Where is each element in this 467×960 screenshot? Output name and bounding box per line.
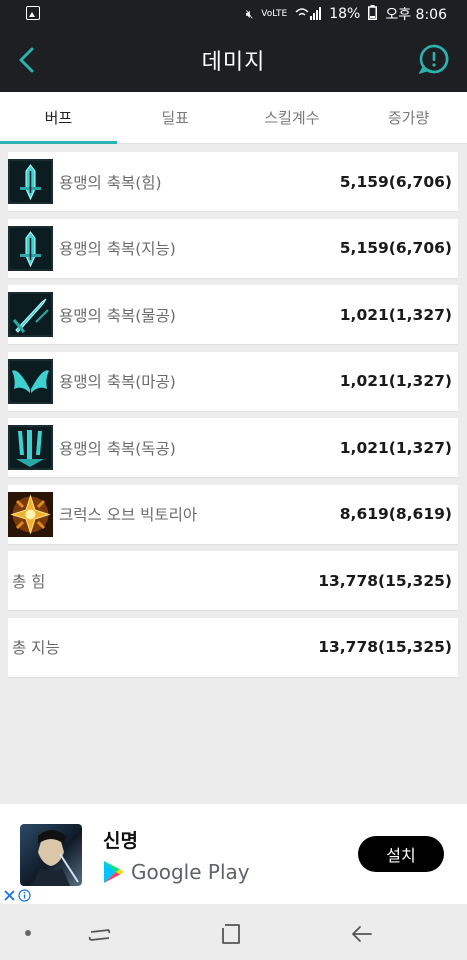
buff-row: 용맹의 축복(독공) 1,021(1,327)	[8, 418, 458, 477]
buff-row: 용맹의 축복(마공) 1,021(1,327)	[8, 351, 458, 411]
home-icon[interactable]	[221, 923, 241, 945]
buff-name: 크럭스 오브 빅토리아	[59, 506, 198, 524]
ad-store[interactable]: Google Play	[103, 860, 250, 884]
system-nav-bar	[0, 904, 467, 960]
buff-name: 용맹의 축복(독공)	[59, 439, 176, 458]
status-indicators: 🔇︎ VoLTE 18% 오후 8:06	[246, 4, 447, 24]
buff-name: 용맹의 축복(지능)	[59, 240, 176, 258]
back-button[interactable]	[12, 44, 40, 76]
recents-icon[interactable]	[88, 924, 112, 946]
back-nav-icon[interactable]	[351, 925, 373, 943]
buff-row: 용맹의 축복(물공) 1,021(1,327)	[8, 285, 458, 344]
page-title: 데미지	[201, 50, 266, 75]
status-bar: 🔇︎ VoLTE 18% 오후 8:06	[0, 0, 467, 28]
buff-name: 용맹의 축복(힘)	[59, 173, 162, 192]
claw-icon	[8, 425, 53, 470]
buff-row: 용맹의 축복(힘) 5,159(6,706)	[8, 152, 458, 211]
tab-skill-coefficient[interactable]: 스킬계수	[234, 92, 351, 143]
total-name: 총 지능	[12, 639, 60, 657]
tab-buff[interactable]: 버프	[0, 92, 117, 144]
sword-down-icon	[8, 225, 53, 271]
tab-increase[interactable]: 증가량	[350, 92, 467, 143]
ad-app-name[interactable]: 신명	[103, 826, 138, 853]
network-label: VoLTE	[261, 9, 288, 19]
golden-cross-icon	[8, 491, 53, 537]
total-value: 13,778(15,325)	[318, 571, 452, 590]
alert-chat-icon	[418, 44, 449, 75]
buff-value: 5,159(6,706)	[339, 239, 452, 257]
ad-app-icon[interactable]	[20, 824, 82, 886]
wings-icon	[8, 358, 53, 404]
close-icon[interactable]	[4, 890, 15, 901]
nav-dot-indicator	[25, 930, 31, 936]
buff-name: 용맹의 축복(물공)	[59, 306, 176, 325]
signal-icon	[295, 6, 322, 23]
mute-icon: 🔇︎	[245, 6, 254, 21]
gallery-notification-icon	[26, 6, 40, 20]
ad-controls	[4, 889, 31, 902]
total-name: 총 힘	[12, 572, 46, 591]
total-row: 총 지능 13,778(15,325)	[8, 617, 458, 677]
buff-value: 1,021(1,327)	[339, 372, 452, 390]
sword-down-icon	[8, 159, 53, 204]
tab-bar: 버프 딜표 스킬계수 증가량	[0, 92, 467, 144]
buff-row: 용맹의 축복(지능) 5,159(6,706)	[8, 218, 458, 278]
buff-value: 5,159(6,706)	[339, 172, 452, 191]
sword-slash-icon	[8, 292, 53, 337]
total-row: 총 힘 13,778(15,325)	[8, 551, 458, 610]
google-play-icon	[104, 861, 124, 883]
app-header: 데미지	[0, 28, 467, 92]
buff-value: 1,021(1,327)	[339, 438, 452, 457]
buff-value: 8,619(8,619)	[339, 505, 452, 523]
info-button[interactable]	[418, 44, 449, 75]
info-icon[interactable]	[18, 889, 31, 902]
battery-percent: 18%	[329, 6, 361, 22]
tab-damage-table[interactable]: 딜표	[117, 92, 234, 143]
buff-value: 1,021(1,327)	[339, 305, 452, 324]
clock: 오후 8:06	[385, 7, 447, 23]
buff-name: 용맹의 축복(마공)	[59, 373, 176, 391]
ad-store-label: Google Play	[131, 860, 250, 884]
total-value: 13,778(15,325)	[318, 638, 452, 656]
battery-icon	[368, 4, 378, 24]
ad-banner[interactable]: 신명 Google Play 설치	[0, 804, 467, 904]
buff-row: 크럭스 오브 빅토리아 8,619(8,619)	[8, 484, 458, 544]
chevron-left-icon	[19, 47, 34, 73]
buff-list: 용맹의 축복(힘) 5,159(6,706) 용맹의 축복(지능) 5,159(…	[8, 152, 458, 684]
install-button[interactable]: 설치	[358, 836, 444, 872]
